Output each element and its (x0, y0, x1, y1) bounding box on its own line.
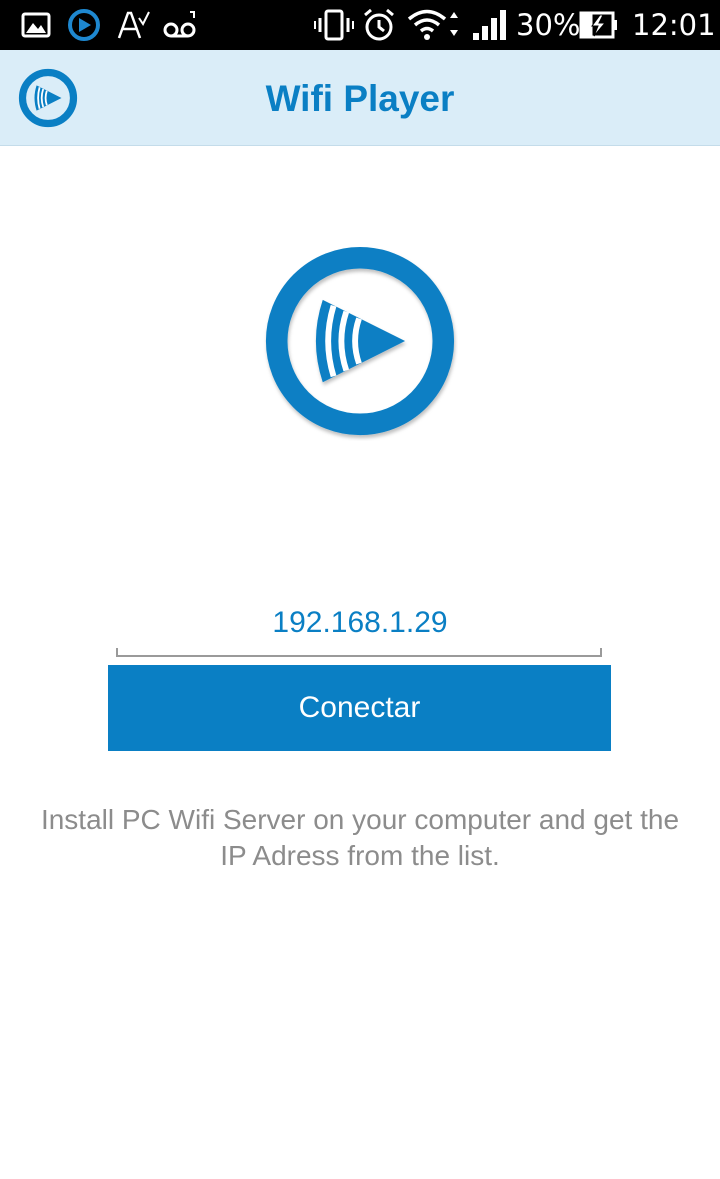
connect-button[interactable]: Conectar (108, 665, 611, 751)
wifi-player-notification-icon (66, 0, 102, 50)
ip-input-underline (116, 648, 602, 657)
battery-percent: 30% (516, 8, 581, 42)
signal-icon (470, 0, 510, 50)
vibrate-icon (314, 0, 354, 50)
gallery-icon (20, 0, 52, 50)
app-bar: Wifi Player (0, 50, 720, 146)
app-title: Wifi Player (265, 78, 455, 119)
ip-address-input[interactable] (116, 595, 604, 651)
clock: 12:01 (632, 8, 716, 42)
alarm-icon (360, 0, 398, 50)
status-bar: 30% 12:01 (0, 0, 720, 50)
wifi-icon (406, 0, 462, 50)
wifi-player-logo-icon (262, 245, 458, 441)
battery-charging-icon (578, 0, 620, 50)
instructions-text: Install PC Wifi Server on your computer … (40, 804, 680, 871)
spellcheck-icon (116, 0, 152, 50)
voicemail-icon (162, 0, 198, 50)
